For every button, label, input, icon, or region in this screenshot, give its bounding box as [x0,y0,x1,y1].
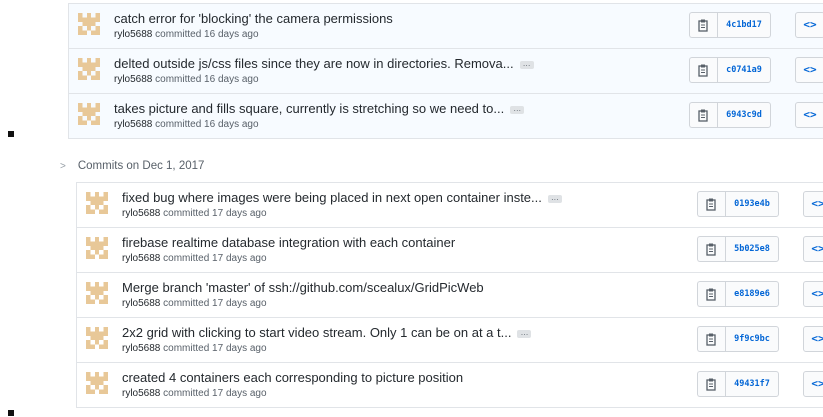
commit-author-link[interactable]: rylo5688 [122,253,160,264]
copy-sha-button[interactable] [689,57,717,83]
clipboard-icon [706,378,716,391]
commit-date-label: Commits on Dec 1, 2017 [77,160,205,172]
code-icon: <> [803,108,817,121]
commit-message-link[interactable]: catch error for 'blocking' the camera pe… [114,11,393,26]
list-bullet-bottom [8,410,14,416]
copy-sha-button[interactable] [697,191,725,217]
code-icon: <> [803,18,817,31]
commit-row: fixed bug where images were being placed… [76,183,823,228]
copy-sha-button[interactable] [697,236,725,262]
browse-repo-button[interactable]: <> [795,57,823,83]
commit-author-link[interactable]: rylo5688 [114,29,152,40]
commit-time: committed 17 days ago [163,343,267,354]
code-icon: <> [803,63,817,76]
commit-author-link[interactable]: rylo5688 [122,388,160,399]
commit-message-link[interactable]: delted outside js/css files since they a… [114,56,514,71]
commit-time: committed 17 days ago [163,388,267,399]
commit-sha-link[interactable]: 5b025e8 [725,236,779,262]
code-icon: <> [811,377,823,390]
commit-row: takes picture and fills square, currentl… [68,94,823,139]
commit-row: 2x2 grid with clicking to start video st… [76,318,823,363]
identicon-avatar[interactable] [86,282,108,304]
clipboard-icon [698,64,708,77]
identicon-avatar[interactable] [86,192,108,214]
clipboard-icon [706,198,716,211]
code-icon: <> [811,287,823,300]
commit-message-link[interactable]: Merge branch 'master' of ssh://github.co… [122,280,484,295]
copy-sha-button[interactable] [689,12,717,38]
commit-row: created 4 containers each corresponding … [76,363,823,408]
commit-author-link[interactable]: rylo5688 [114,74,152,85]
commit-time: committed 16 days ago [155,29,259,40]
commit-time: committed 17 days ago [163,253,267,264]
commit-date-header: > Commits on Dec 1, 2017 [60,160,204,172]
commit-row: delted outside js/css files since they a… [68,49,823,94]
code-icon: <> [811,242,823,255]
browse-repo-button[interactable]: <> [795,12,823,38]
commit-sha-link[interactable]: 4c1bd17 [717,12,771,38]
identicon-avatar[interactable] [78,103,100,125]
commit-sha-link[interactable]: e8189e6 [725,281,779,307]
ellipsis-icon[interactable]: … [547,193,562,203]
commit-author-link[interactable]: rylo5688 [122,343,160,354]
commit-time: committed 17 days ago [163,208,267,219]
copy-sha-button[interactable] [689,102,717,128]
browse-repo-button[interactable]: <> [795,102,823,128]
commit-message-link[interactable]: created 4 containers each corresponding … [122,370,463,385]
ellipsis-icon[interactable]: … [517,328,532,338]
browse-repo-button[interactable]: <> [803,191,823,217]
ellipsis-icon[interactable]: … [519,59,534,69]
identicon-avatar[interactable] [86,327,108,349]
commit-author-link[interactable]: rylo5688 [114,119,152,130]
commit-sha-link[interactable]: 0193e4b [725,191,779,217]
commit-group-dec-1: fixed bug where images were being placed… [76,182,823,408]
clipboard-icon [706,243,716,256]
identicon-avatar[interactable] [78,58,100,80]
copy-sha-button[interactable] [697,371,725,397]
commit-row: firebase realtime database integration w… [76,228,823,273]
commit-time: committed 16 days ago [155,119,259,130]
identicon-avatar[interactable] [86,237,108,259]
commit-sha-link[interactable]: 9f9c9bc [725,326,779,352]
commit-row: catch error for 'blocking' the camera pe… [68,4,823,49]
ellipsis-icon[interactable]: … [510,104,525,114]
clipboard-icon [698,19,708,32]
clipboard-icon [706,288,716,301]
commit-group-recent: catch error for 'blocking' the camera pe… [68,3,823,139]
commit-message-link[interactable]: firebase realtime database integration w… [122,235,455,250]
commit-time: committed 17 days ago [163,298,267,309]
browse-repo-button[interactable]: <> [803,236,823,262]
commit-sha-link[interactable]: c0741a9 [717,57,771,83]
commit-author-link[interactable]: rylo5688 [122,298,160,309]
commit-sha-link[interactable]: 6943c9d [717,102,771,128]
copy-sha-button[interactable] [697,326,725,352]
browse-repo-button[interactable]: <> [803,281,823,307]
browse-repo-button[interactable]: <> [803,326,823,352]
code-icon: <> [811,332,823,345]
copy-sha-button[interactable] [697,281,725,307]
commit-row: Merge branch 'master' of ssh://github.co… [76,273,823,318]
commit-message-link[interactable]: takes picture and fills square, currentl… [114,101,504,116]
clipboard-icon [706,333,716,346]
identicon-avatar[interactable] [78,13,100,35]
commit-author-link[interactable]: rylo5688 [122,208,160,219]
commit-message-link[interactable]: fixed bug where images were being placed… [122,190,542,205]
commit-sha-link[interactable]: 49431f7 [725,371,779,397]
chevron-right-icon: > [60,161,66,172]
identicon-avatar[interactable] [86,372,108,394]
browse-repo-button[interactable]: <> [803,371,823,397]
list-bullet-top [8,131,14,137]
code-icon: <> [811,197,823,210]
commit-message-link[interactable]: 2x2 grid with clicking to start video st… [122,325,511,340]
commit-time: committed 16 days ago [155,74,259,85]
clipboard-icon [698,109,708,122]
